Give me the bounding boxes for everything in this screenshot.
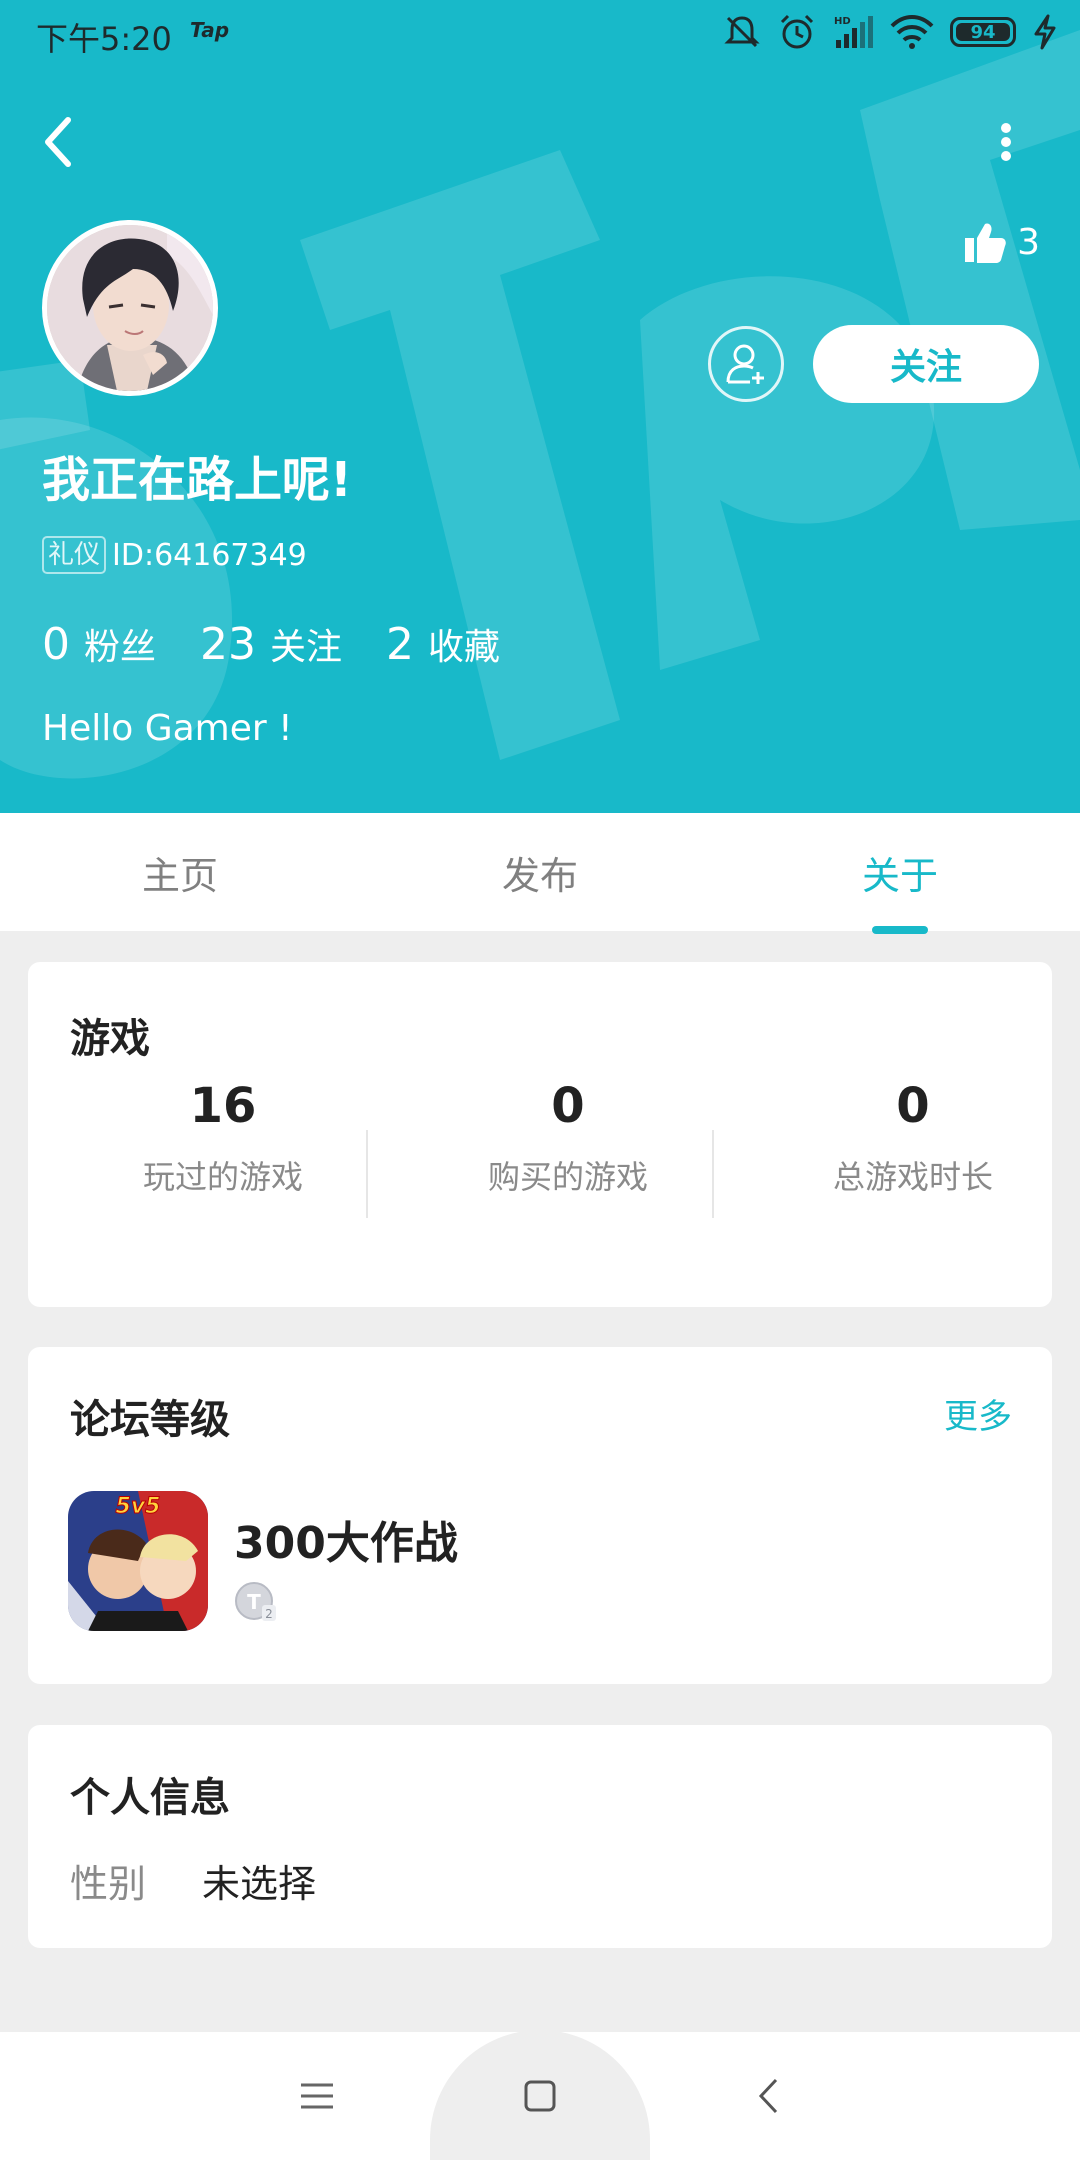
playtime-value: 0 bbox=[896, 1078, 930, 1134]
tab-posts[interactable]: 发布 bbox=[360, 813, 720, 931]
forum-level-card: 论坛等级 更多 5v5 300大作战 T2 bbox=[28, 1347, 1052, 1684]
chevron-left-icon bbox=[45, 117, 71, 167]
played-games-label: 玩过的游戏 bbox=[142, 1158, 303, 1196]
status-icons: HD 94 bbox=[722, 12, 1058, 52]
forum-level-badge: T2 bbox=[234, 1579, 278, 1623]
id-row: 礼仪 ID:64167349 bbox=[42, 536, 307, 574]
games-card-title: 游戏 bbox=[70, 1016, 150, 1062]
level-t2-icon: T2 bbox=[235, 1582, 276, 1621]
followers-count[interactable]: 0 bbox=[42, 619, 70, 670]
played-games-stat[interactable]: 16 玩过的游戏 bbox=[53, 1078, 393, 1198]
home-icon bbox=[524, 2080, 556, 2112]
taptap-watermark bbox=[0, 30, 1080, 779]
etiquette-badge[interactable]: 礼仪 bbox=[42, 536, 107, 574]
game-icon-art: 5v5 bbox=[68, 1491, 208, 1631]
profile-header: 下午5:20 Tap HD 94 3 关注 我正在路上呢! 礼仪 ID:6416… bbox=[0, 0, 1080, 813]
battery-icon: 94 bbox=[950, 17, 1016, 47]
more-options-button[interactable] bbox=[988, 112, 1024, 172]
social-stats: 0 粉丝 23 关注 2 收藏 bbox=[42, 618, 544, 670]
status-bar: 下午5:20 Tap HD 94 bbox=[0, 0, 1080, 66]
gender-value: 未选择 bbox=[202, 1862, 317, 1906]
profile-screen: 下午5:20 Tap HD 94 3 关注 我正在路上呢! 礼仪 ID:6416… bbox=[0, 0, 1080, 2160]
games-card: 游戏 16 玩过的游戏 0 购买的游戏 0 总游戏时长 bbox=[28, 962, 1052, 1307]
nickname: 我正在路上呢! bbox=[42, 452, 352, 508]
played-games-count: 16 bbox=[189, 1078, 257, 1134]
menu-button[interactable] bbox=[207, 2032, 427, 2160]
following-label[interactable]: 关注 bbox=[270, 618, 342, 670]
divider bbox=[712, 1130, 714, 1218]
wifi-icon bbox=[890, 15, 934, 49]
game-icon[interactable]: 5v5 bbox=[68, 1491, 208, 1631]
purchased-games-label: 购买的游戏 bbox=[487, 1158, 648, 1196]
charging-icon bbox=[1034, 14, 1056, 50]
favorites-count[interactable]: 2 bbox=[386, 619, 414, 670]
divider bbox=[366, 1130, 368, 1218]
alarm-icon bbox=[780, 14, 814, 49]
system-back-button[interactable] bbox=[658, 2032, 878, 2160]
svg-text:T: T bbox=[247, 1590, 261, 1614]
home-button[interactable] bbox=[430, 2032, 650, 2160]
purchased-games-stat[interactable]: 0 购买的游戏 bbox=[398, 1078, 738, 1198]
forum-level-title: 论坛等级 bbox=[70, 1397, 230, 1443]
gender-row: 性别 未选择 bbox=[70, 1853, 316, 1908]
profile-tabs: 主页 发布 关于 bbox=[0, 813, 1080, 931]
back-button[interactable] bbox=[38, 112, 88, 172]
more-link[interactable]: 更多 bbox=[944, 1389, 1012, 1438]
thumbs-up-icon bbox=[965, 223, 1006, 263]
user-id: ID:64167349 bbox=[112, 537, 307, 573]
status-time: 下午5:20 bbox=[36, 20, 172, 58]
like-counter[interactable]: 3 bbox=[963, 220, 1040, 264]
game-name[interactable]: 300大作战 bbox=[234, 1507, 458, 1571]
game-icon-text: 5v5 bbox=[116, 1494, 161, 1519]
avatar[interactable] bbox=[42, 220, 218, 396]
followers-label[interactable]: 粉丝 bbox=[84, 618, 156, 670]
gender-label: 性别 bbox=[70, 1862, 147, 1906]
hd-signal-icon: HD bbox=[834, 16, 873, 48]
taptap-notification-icon: Tap bbox=[190, 18, 230, 42]
add-friend-button[interactable] bbox=[708, 326, 784, 402]
playtime-label: 总游戏时长 bbox=[832, 1158, 993, 1196]
playtime-stat[interactable]: 0 总游戏时长 bbox=[743, 1078, 1080, 1198]
personal-info-card: 个人信息 性别 未选择 bbox=[28, 1725, 1052, 1948]
tab-home[interactable]: 主页 bbox=[0, 813, 360, 931]
active-tab-indicator bbox=[872, 926, 928, 934]
battery-level: 94 bbox=[970, 21, 996, 43]
avatar-illustration bbox=[47, 225, 213, 391]
menu-icon bbox=[301, 2083, 333, 2109]
follow-button[interactable]: 关注 bbox=[813, 325, 1039, 403]
svg-text:HD: HD bbox=[834, 16, 851, 27]
like-count: 3 bbox=[1017, 221, 1040, 263]
mute-icon bbox=[724, 16, 760, 48]
more-vertical-icon bbox=[1001, 123, 1011, 161]
back-icon bbox=[758, 2078, 778, 2114]
purchased-games-count: 0 bbox=[551, 1078, 585, 1134]
personal-info-title: 个人信息 bbox=[70, 1775, 230, 1821]
svg-text:2: 2 bbox=[265, 1607, 273, 1621]
favorites-label[interactable]: 收藏 bbox=[428, 618, 500, 670]
following-count[interactable]: 23 bbox=[200, 619, 256, 670]
tab-about[interactable]: 关于 bbox=[720, 813, 1080, 931]
bio: Hello Gamer ! bbox=[42, 708, 293, 749]
add-user-icon bbox=[726, 344, 764, 384]
